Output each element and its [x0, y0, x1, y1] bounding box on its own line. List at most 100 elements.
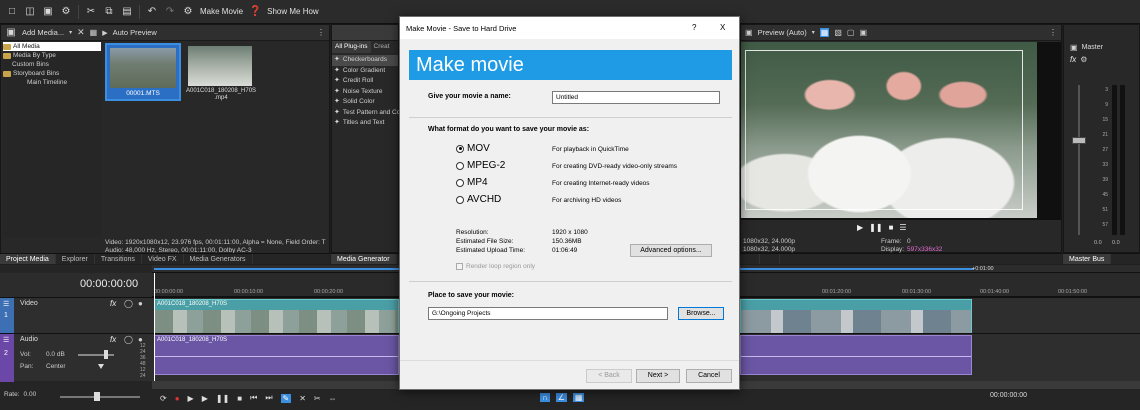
plugin-item[interactable]: ✦ Color Gradient — [332, 66, 398, 77]
tab-project-media[interactable]: Project Media — [0, 254, 56, 264]
snap-icon[interactable]: ∩ — [540, 393, 550, 402]
play-start-icon[interactable]: ▶ — [188, 394, 194, 403]
play-icon[interactable]: ▶ — [102, 29, 107, 37]
video-track-header[interactable]: ☰ 1 Video fx ◯ ● — [0, 297, 152, 334]
tree-item-main-timeline[interactable]: Main Timeline — [3, 78, 101, 87]
options-icon[interactable]: ⋮ — [317, 28, 325, 37]
media-clip-00001[interactable]: 00001.MTS — [105, 43, 181, 101]
format-option-avchd[interactable]: AVCHD — [456, 194, 501, 205]
auto-preview-toggle[interactable]: Auto Preview — [113, 28, 157, 37]
media-clip-a001c018[interactable]: A001C018_180208_H70S .mp4 — [185, 43, 257, 101]
go-start-icon[interactable]: ⏮ — [250, 393, 257, 403]
save-path-input[interactable]: G:\Ongoing Projects — [428, 307, 668, 320]
add-media-button[interactable]: Add Media... — [22, 28, 64, 37]
show-me-how-button[interactable]: Show Me How — [267, 7, 319, 16]
radio-icon[interactable] — [456, 195, 464, 204]
play-icon[interactable]: ▶ — [857, 223, 863, 232]
tree-item-all-media[interactable]: All Media — [3, 42, 101, 51]
format-option-mp4[interactable]: MP4 — [456, 177, 488, 188]
format-option-mpeg2[interactable]: MPEG-2 — [456, 160, 505, 171]
media-grid-icon[interactable]: ▦ — [90, 28, 98, 37]
stop-icon[interactable]: ■ — [889, 223, 894, 232]
save-icon[interactable]: ▣ — [42, 6, 54, 18]
loop-icon[interactable]: ⟳ — [160, 394, 167, 403]
undo-icon[interactable]: ↶ — [146, 6, 158, 18]
fx-icon[interactable]: fx — [110, 299, 116, 308]
master-fader-track[interactable] — [1078, 85, 1080, 235]
next-button[interactable]: Next > — [636, 369, 680, 383]
record-icon[interactable]: ● — [175, 394, 180, 403]
new-file-icon[interactable]: □ — [6, 6, 18, 18]
copy-icon[interactable]: ⧉ — [103, 6, 115, 18]
tree-item-custom-bins[interactable]: Custom Bins — [3, 60, 101, 69]
checkbox[interactable] — [456, 263, 463, 270]
trim-icon[interactable]: ✂ — [314, 394, 321, 403]
tab-video-fx[interactable]: Video FX — [142, 254, 184, 264]
back-button[interactable]: < Back — [586, 369, 632, 383]
preview-quality-dropdown[interactable]: Preview (Auto) — [758, 28, 807, 37]
paste-icon[interactable]: ▤ — [121, 6, 133, 18]
stop-icon[interactable]: ■ — [237, 394, 242, 403]
fx-icon[interactable]: fx — [1070, 55, 1076, 64]
tab-transitions[interactable]: Transitions — [95, 254, 142, 264]
tab-trimmer[interactable] — [760, 254, 780, 264]
gear-icon[interactable]: ⚙ — [60, 6, 72, 18]
save-snapshot-icon[interactable]: ▣ — [859, 28, 867, 37]
help-button[interactable]: ? — [692, 23, 696, 32]
browse-button[interactable]: Browse... — [678, 307, 724, 320]
volume-slider-handle[interactable] — [104, 350, 108, 359]
audio-clip[interactable]: A001C018_180208_H70S — [154, 335, 399, 375]
radio-icon[interactable] — [456, 161, 464, 170]
edit-tool-icon[interactable]: ✎ — [280, 393, 292, 403]
audio-track-header[interactable]: ☰ 2 Audio fx ◯ ● Vol: 0.0 dB Pan: Center — [0, 333, 152, 382]
auto-crossfade-icon[interactable]: ∠ — [555, 393, 567, 402]
plugin-item[interactable]: ✦ Titles and Text — [332, 118, 398, 129]
ripple-icon[interactable]: ⇔ — [329, 394, 337, 403]
track-menu-icon[interactable]: ☰ — [3, 300, 9, 308]
pause-icon[interactable]: ❚❚ — [216, 394, 229, 403]
tree-item-storyboard-bins[interactable]: Storyboard Bins — [3, 69, 101, 78]
add-media-icon[interactable]: ▣ — [5, 27, 17, 39]
video-clip-right[interactable] — [740, 299, 972, 333]
tab-explorer[interactable]: Explorer — [56, 254, 95, 264]
cut-icon[interactable]: ✂ — [85, 6, 97, 18]
dialog-titlebar[interactable]: Make Movie - Save to Hard Drive ? X — [400, 17, 739, 39]
open-folder-icon[interactable]: ◫ — [24, 6, 36, 18]
playhead[interactable] — [154, 273, 155, 381]
split-screen-icon[interactable]: ▧ — [834, 28, 842, 37]
chevron-down-icon[interactable]: ▾ — [69, 29, 72, 36]
mute-icon[interactable]: ◯ — [124, 299, 133, 308]
rate-slider[interactable] — [60, 396, 140, 398]
close-button[interactable]: X — [720, 23, 725, 32]
fx-icon[interactable]: fx — [110, 335, 116, 344]
lock-envelope-icon[interactable]: ▦ — [572, 393, 585, 402]
advanced-options-button[interactable]: Advanced options... — [630, 244, 712, 257]
tab-media-generators[interactable]: Media Generators — [184, 254, 253, 264]
radio-icon[interactable] — [456, 178, 464, 187]
copy-snapshot-icon[interactable]: ▢ — [847, 28, 855, 37]
preview-square-icon[interactable]: ▣ — [745, 28, 753, 37]
radio-selected-icon[interactable] — [456, 144, 464, 153]
cancel-button[interactable]: Cancel — [686, 369, 732, 383]
plugin-item[interactable]: ✦ Solid Color — [332, 97, 398, 108]
plugin-item[interactable]: ✦ Checkerboards — [332, 55, 398, 66]
movie-name-input[interactable]: Untitled — [552, 91, 720, 104]
help-icon[interactable]: ❓ — [249, 6, 261, 18]
options-icon[interactable]: ⋮ — [1049, 28, 1057, 37]
mute-icon[interactable]: ◯ — [124, 335, 133, 344]
timecode-display[interactable]: 00:00:00:00 — [80, 278, 138, 290]
format-option-mov[interactable]: MOV — [456, 143, 490, 154]
tab-all-plugins[interactable]: All Plug-ins — [332, 41, 371, 53]
close-icon[interactable]: ✕ — [77, 27, 85, 38]
solo-icon[interactable]: ● — [138, 299, 143, 308]
audio-clip-right[interactable] — [740, 335, 972, 375]
master-icon[interactable]: ▣ — [1070, 43, 1078, 52]
video-clip[interactable]: A001C018_180208_H70S — [154, 299, 399, 333]
delete-icon[interactable]: ✕ — [299, 394, 306, 403]
go-end-icon[interactable]: ⏭ — [265, 393, 272, 403]
play-icon[interactable]: ▶ — [202, 394, 208, 403]
tab-master-bus[interactable]: Master Bus — [1063, 254, 1112, 264]
track-menu-icon[interactable]: ☰ — [3, 336, 9, 344]
tab-video-preview[interactable] — [740, 254, 760, 264]
render-icon[interactable]: ⚙ — [182, 6, 194, 18]
